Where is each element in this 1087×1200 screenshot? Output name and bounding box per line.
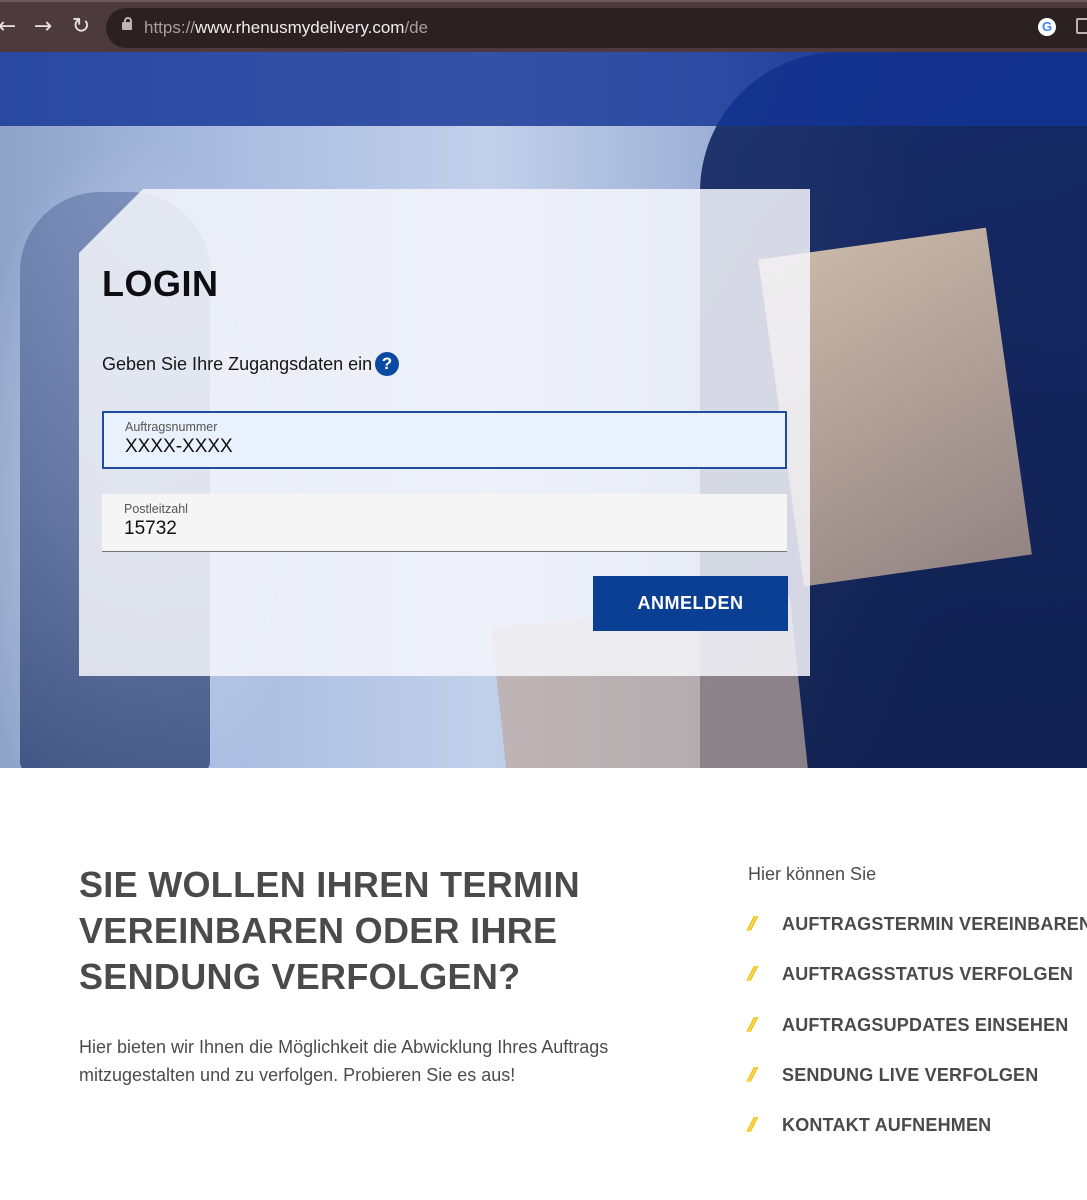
google-icon[interactable]: G — [1038, 18, 1056, 36]
url-host: www.rhenusmydelivery.com — [195, 18, 405, 37]
order-number-field[interactable]: Auftragsnummer — [102, 411, 787, 469]
double-slash-icon: // — [748, 913, 757, 934]
url-path: /de — [404, 18, 429, 37]
login-title: LOGIN — [102, 263, 219, 304]
help-icon[interactable]: ? — [375, 352, 399, 376]
features-intro: Hier können Sie — [748, 864, 877, 884]
address-bar[interactable]: https://www.rhenusmydelivery.com/de — [106, 8, 1087, 48]
login-subtitle: Geben Sie Ihre Zugangsdaten ein — [102, 354, 373, 374]
url-text[interactable]: https://www.rhenusmydelivery.com/de — [144, 18, 428, 38]
site-header-bar — [0, 52, 1087, 126]
login-button[interactable]: ANMELDEN — [593, 576, 788, 631]
feature-label[interactable]: AUFTRAGSUPDATES EINSEHEN — [782, 1014, 1069, 1036]
browser-toolbar: ← → ↻ https://www.rhenusmydelivery.com/d… — [0, 0, 1087, 52]
info-text: Hier bieten wir Ihnen die Möglichkeit di… — [79, 1037, 609, 1085]
reload-icon[interactable]: ↻ — [66, 10, 96, 44]
feature-label[interactable]: AUFTRAGSTERMIN VEREINBAREN — [782, 913, 1087, 935]
info-heading: SIE WOLLEN IHREN TERMIN VEREINBAREN ODER… — [79, 864, 580, 997]
url-prefix: https:// — [144, 18, 196, 37]
postal-code-field[interactable]: Postleitzahl — [102, 494, 787, 552]
feature-label[interactable]: AUFTRAGSSTATUS VERFOLGEN — [782, 963, 1073, 985]
back-arrow-icon[interactable]: ← — [0, 10, 22, 44]
hero-banner: LOGIN Geben Sie Ihre Zugangsdaten ein ? … — [0, 52, 1087, 768]
lock-icon[interactable] — [122, 17, 132, 30]
share-icon[interactable] — [1076, 18, 1087, 34]
postal-code-label: Postleitzahl — [124, 502, 188, 516]
order-number-label: Auftragsnummer — [125, 420, 218, 434]
login-card: LOGIN Geben Sie Ihre Zugangsdaten ein ? … — [79, 189, 810, 676]
double-slash-icon: // — [748, 1013, 757, 1035]
forward-arrow-icon[interactable]: → — [28, 10, 58, 44]
postal-code-input[interactable] — [124, 518, 724, 540]
double-slash-icon: // — [748, 1114, 757, 1136]
order-number-input[interactable] — [125, 436, 725, 458]
feature-label[interactable]: SENDUNG LIVE VERFOLGEN — [782, 1064, 1038, 1086]
double-slash-icon: // — [748, 1063, 757, 1085]
feature-label[interactable]: KONTAKT AUFNEHMEN — [782, 1114, 991, 1136]
double-slash-icon: // — [748, 963, 757, 985]
